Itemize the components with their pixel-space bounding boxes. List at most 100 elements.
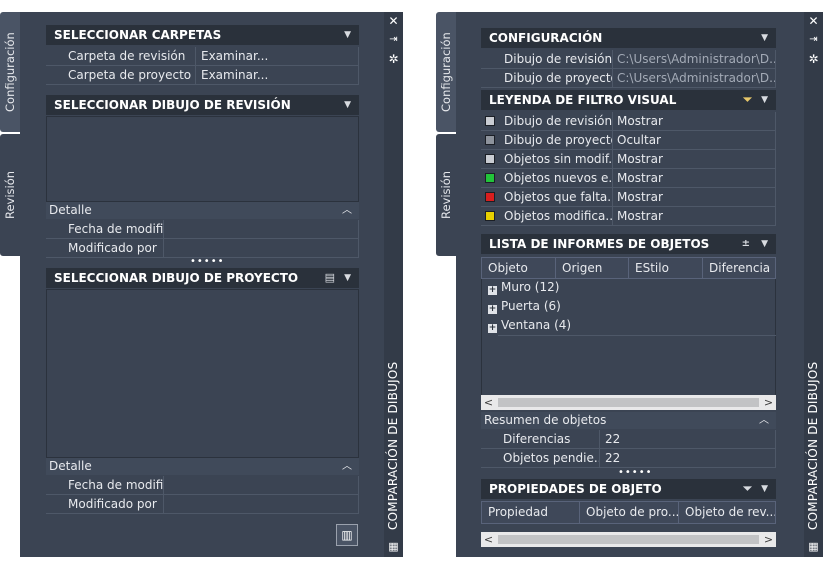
props-horizontal-scrollbar[interactable]: < > [481,532,776,547]
chevron-down-icon[interactable]: ▼ [761,234,768,254]
color-swatch[interactable] [485,154,495,164]
close-icon[interactable]: ✕ [807,15,820,27]
tree-item-puerta[interactable]: + Puerta (6) [488,297,561,316]
report-title: LISTA DE INFORMES DE OBJETOS [489,237,710,251]
chevron-down-icon[interactable]: ▼ [761,479,768,499]
select-project-header[interactable]: SELECCIONAR DIBUJO DE PROYECTO ▤ ▼ [46,268,359,288]
config-path-field[interactable]: C:\Users\Administrador\D... [613,50,776,69]
select-revision-header[interactable]: SELECCIONAR DIBUJO DE REVISIÓN ▼ [46,95,359,115]
column-objeto-proyecto[interactable]: Objeto de pro... [580,502,679,523]
browse-folder-icon[interactable]: ▤ [325,268,335,288]
splitter-grip[interactable]: ••••• [190,256,225,267]
legend-visibility[interactable]: Mostrar [613,169,776,188]
legend-row[interactable]: Objetos nuevos e... Mostrar [481,169,776,188]
report-header[interactable]: LISTA DE INFORMES DE OBJETOS ± ▼ [481,234,776,254]
scroll-left-arrow[interactable]: < [481,532,496,547]
auto-hide-icon[interactable]: ⇥ [807,34,820,46]
properties-icon[interactable]: ✲ [807,53,820,65]
legend-row[interactable]: Objetos modifica... Mostrar [481,207,776,226]
scroll-right-arrow[interactable]: > [761,532,776,547]
sort-icon[interactable]: ± [742,234,750,254]
palette-menu-icon[interactable]: ▦ [807,541,820,553]
legend-header[interactable]: LEYENDA DE FILTRO VISUAL ⏷ ▼ [481,90,776,110]
compare-button[interactable]: ▥ [336,524,358,546]
chevron-down-icon[interactable]: ▼ [344,25,351,45]
summary-value: 22 [600,449,776,468]
report-horizontal-scrollbar[interactable]: < > [481,395,776,410]
tab-revision[interactable]: Revisión [436,134,456,256]
chevron-down-icon[interactable]: ▼ [344,268,351,288]
config-row-project[interactable]: Dibujo de proyecto C:\Users\Administrado… [481,69,776,88]
legend-row[interactable]: Dibujo de revisión Mostrar [481,112,776,131]
column-origen[interactable]: Origen [556,258,629,278]
legend-row[interactable]: Dibujo de proyecto Ocultar [481,131,776,150]
color-swatch[interactable] [485,116,495,126]
detail-value [164,476,359,495]
expand-icon[interactable]: + [488,305,497,314]
auto-hide-icon[interactable]: ⇥ [387,34,400,46]
expand-icon[interactable]: + [488,286,497,295]
tab-revision[interactable]: Revisión [0,134,20,256]
scroll-thumb[interactable] [498,535,759,544]
column-estilo[interactable]: EStilo [629,258,703,278]
select-folders-header[interactable]: SELECCIONAR CARPETAS ▼ [46,25,359,45]
browse-button[interactable]: Examinar... [196,47,359,66]
filter-icon[interactable]: ⏷ [743,479,752,499]
properties-icon[interactable]: ✲ [387,53,400,65]
revision-detail-header[interactable]: Detalle ︿ [46,202,359,219]
legend-visibility[interactable]: Mostrar [613,188,776,207]
color-swatch[interactable] [485,135,495,145]
tree-item-ventana[interactable]: + Ventana (4) [488,316,571,335]
select-revision-title: SELECCIONAR DIBUJO DE REVISIÓN [54,98,291,112]
expand-icon[interactable]: + [488,324,497,333]
tree-item-muro[interactable]: + Muro (12) [488,278,559,297]
detail-label: Fecha de modifi... [60,220,164,239]
scroll-thumb[interactable] [498,398,759,407]
tab-configuracion[interactable]: Configuración [0,12,20,132]
config-header[interactable]: CONFIGURACIÓN ▼ [481,28,776,48]
color-swatch[interactable] [485,173,495,183]
props-column-headers: Propiedad Objeto de pro... Objeto de rev… [481,501,776,524]
folder-row-revision[interactable]: Carpeta de revisión Examinar... [46,47,359,66]
column-objeto[interactable]: Objeto [482,258,556,278]
scroll-left-arrow[interactable]: < [481,395,496,410]
palette-menu-icon[interactable]: ▦ [387,541,400,553]
legend-visibility[interactable]: Ocultar [613,131,776,150]
chevron-down-icon[interactable]: ▼ [761,28,768,48]
legend-visibility[interactable]: Mostrar [613,112,776,131]
chevron-down-icon[interactable]: ▼ [761,90,768,110]
color-swatch[interactable] [485,211,495,221]
folder-label: Carpeta de proyecto [60,66,196,85]
browse-button[interactable]: Examinar... [196,66,359,85]
legend-visibility[interactable]: Mostrar [613,150,776,169]
summary-label: Diferencias [498,430,600,449]
chevron-down-icon[interactable]: ▼ [344,95,351,115]
project-file-list[interactable] [46,289,359,458]
revision-detail-title: Detalle [49,203,92,217]
config-row-revision[interactable]: Dibujo de revisión C:\Users\Administrado… [481,50,776,69]
legend-row[interactable]: Objetos que falta... Mostrar [481,188,776,207]
legend-visibility[interactable]: Mostrar [613,207,776,226]
chevron-up-icon[interactable]: ︿ [759,412,769,429]
column-propiedad[interactable]: Propiedad [482,502,580,523]
props-title: PROPIEDADES DE OBJETO [489,482,662,496]
revision-file-list[interactable] [46,116,359,202]
column-objeto-revision[interactable]: Objeto de rev... [679,502,775,523]
close-icon[interactable]: ✕ [387,15,400,27]
legend-row[interactable]: Objetos sin modif... Mostrar [481,150,776,169]
props-header[interactable]: PROPIEDADES DE OBJETO ⏷ ▼ [481,479,776,499]
chevron-up-icon[interactable]: ︿ [342,458,352,475]
config-path-field[interactable]: C:\Users\Administrador\D... [613,69,776,88]
palette-title: COMPARACIÓN DE DIBUJOS [806,361,820,530]
column-diferencia[interactable]: Diferencia [703,258,775,278]
filter-edit-icon[interactable]: ⏷ [743,90,752,110]
folder-row-project[interactable]: Carpeta de proyecto Examinar... [46,66,359,85]
chevron-up-icon[interactable]: ︿ [342,202,352,219]
summary-header[interactable]: Resumen de objetos ︿ [481,412,776,429]
scroll-right-arrow[interactable]: > [761,395,776,410]
splitter-grip[interactable]: ••••• [618,467,653,478]
summary-value: 22 [600,430,776,449]
tab-configuracion[interactable]: Configuración [436,12,456,132]
color-swatch[interactable] [485,192,495,202]
project-detail-header[interactable]: Detalle ︿ [46,458,359,475]
